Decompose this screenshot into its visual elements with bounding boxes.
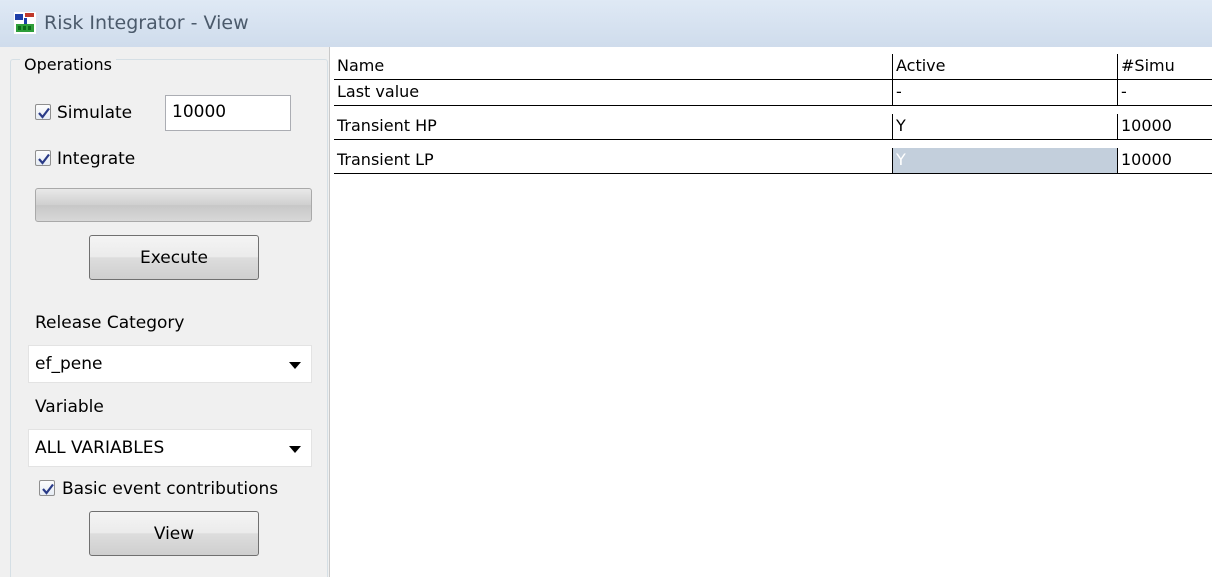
release-category-value: ef_pene	[35, 354, 103, 374]
variable-label: Variable	[35, 397, 104, 417]
execute-button[interactable]: Execute	[89, 235, 259, 280]
variable-value: ALL VARIABLES	[35, 438, 165, 458]
view-button[interactable]: View	[89, 511, 259, 556]
cell-simu[interactable]: -	[1118, 80, 1212, 106]
basic-event-contributions-label: Basic event contributions	[62, 479, 279, 499]
cell-active[interactable]: Y	[893, 114, 1118, 140]
operations-panel: Operations Simulate 10000 Integrate Exec…	[0, 47, 330, 577]
table-header: Name Active #Simu	[334, 54, 1212, 80]
operations-group-title: Operations	[20, 55, 116, 74]
risk-integrator-app-icon	[14, 12, 36, 34]
table-row[interactable]: Last value - -	[334, 80, 1212, 106]
variable-dropdown[interactable]: ALL VARIABLES	[28, 429, 312, 467]
cell-active-selected[interactable]: Y	[893, 148, 1118, 174]
cell-active[interactable]: -	[893, 80, 1118, 106]
title-bar: Risk Integrator - View	[0, 0, 1212, 47]
simulate-checkbox[interactable]	[35, 104, 51, 120]
cell-simu[interactable]: 10000	[1118, 114, 1212, 140]
integrate-label: Integrate	[57, 149, 136, 169]
release-category-label: Release Category	[35, 313, 185, 333]
header-name[interactable]: Name	[334, 54, 893, 80]
table-row[interactable]: Transient HP Y 10000	[334, 114, 1212, 140]
header-active[interactable]: Active	[893, 54, 1118, 80]
cell-name[interactable]: Last value	[334, 80, 893, 106]
chevron-down-icon[interactable]	[289, 446, 301, 453]
table-row[interactable]: Transient LP Y 10000	[334, 148, 1212, 174]
cell-name[interactable]: Transient HP	[334, 114, 893, 140]
cell-name[interactable]: Transient LP	[334, 148, 893, 174]
release-category-dropdown[interactable]: ef_pene	[28, 345, 312, 383]
checkmark-icon	[38, 107, 50, 119]
basic-event-contributions-checkbox[interactable]	[39, 480, 55, 496]
header-simu[interactable]: #Simu	[1118, 54, 1212, 80]
checkmark-icon	[38, 153, 50, 165]
simulations-count-input[interactable]: 10000	[165, 95, 291, 131]
progress-bar	[35, 188, 312, 222]
simulate-label: Simulate	[57, 103, 133, 123]
cell-simu[interactable]: 10000	[1118, 148, 1212, 174]
chevron-down-icon[interactable]	[289, 362, 301, 369]
checkmark-icon	[42, 483, 54, 495]
window-title: Risk Integrator - View	[44, 12, 249, 34]
integrate-checkbox[interactable]	[35, 150, 51, 166]
